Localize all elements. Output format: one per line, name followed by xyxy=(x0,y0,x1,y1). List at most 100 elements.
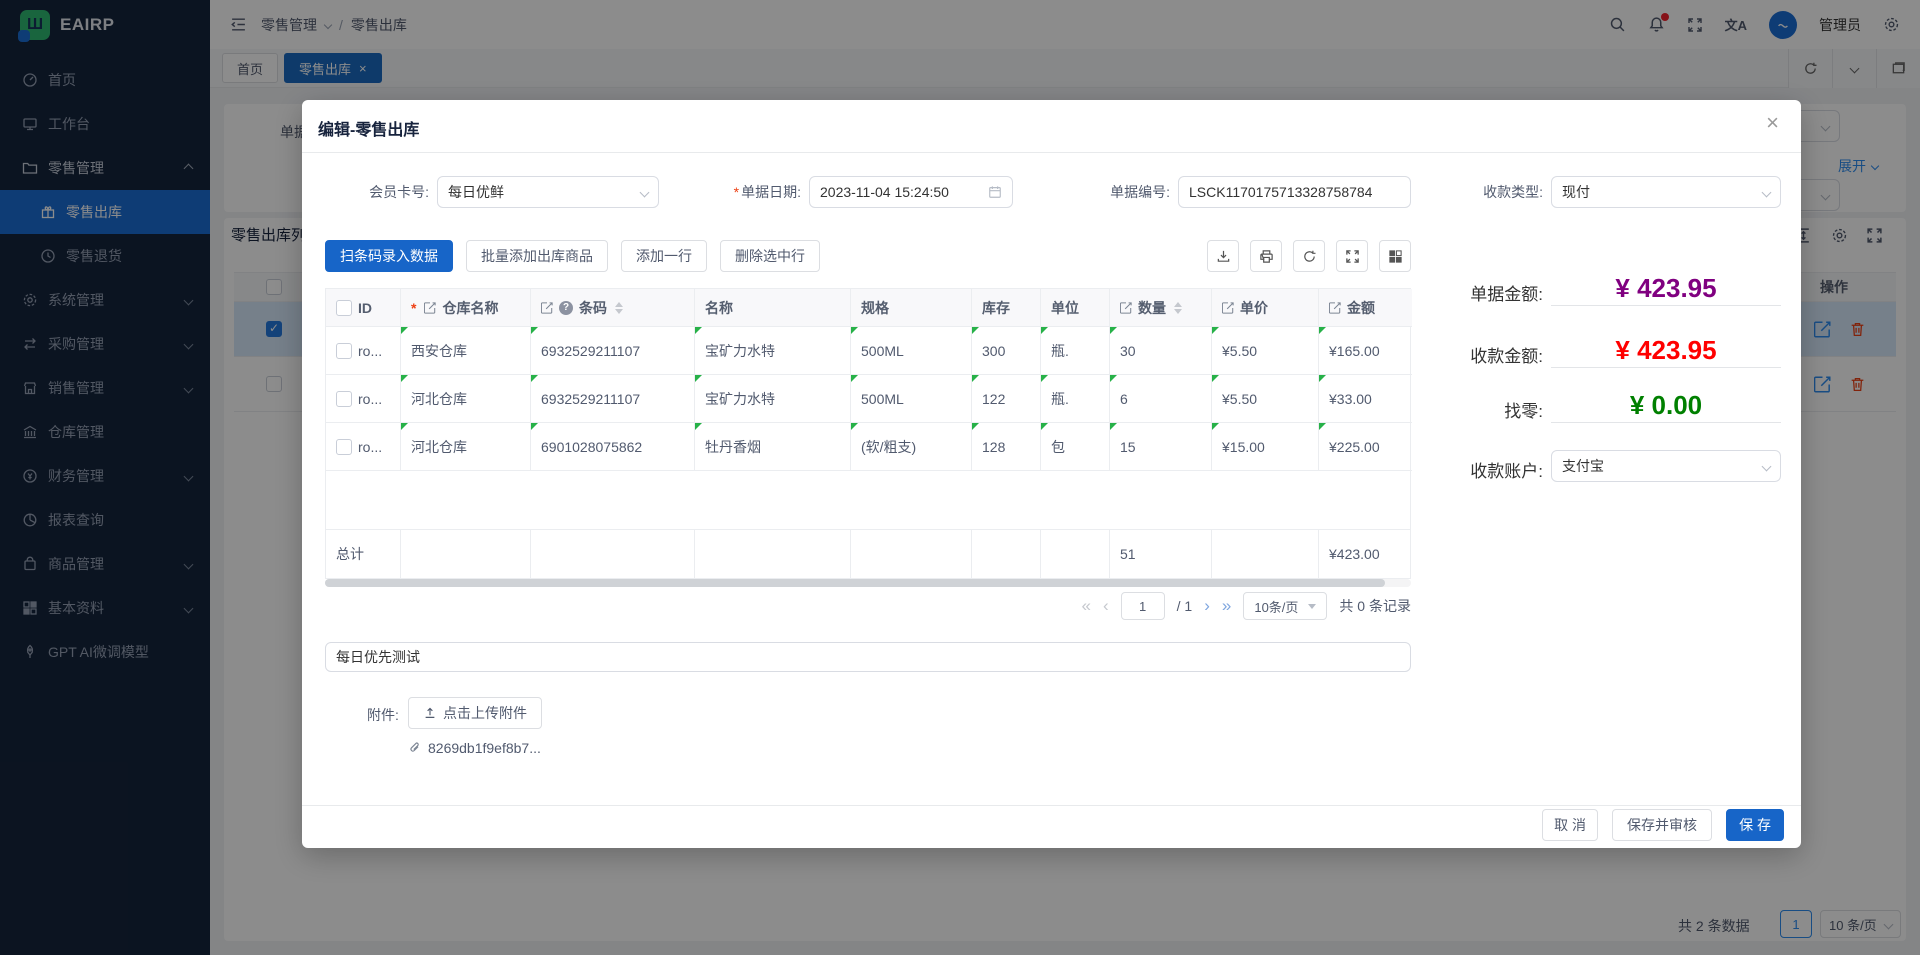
cell-value: 西安仓库 xyxy=(411,341,467,361)
cell-qty[interactable]: 30 xyxy=(1110,327,1212,375)
upload-icon xyxy=(423,706,437,720)
header-barcode[interactable]: ? 条码 xyxy=(531,289,695,327)
cell-value: ro... xyxy=(358,343,382,359)
header-warehouse[interactable]: *仓库名称 xyxy=(401,289,531,327)
empty-cell xyxy=(401,530,531,578)
page-input[interactable] xyxy=(1121,592,1165,620)
cell-barcode[interactable]: 6901028075862 xyxy=(531,423,695,471)
member-card-value: 每日优鲜 xyxy=(448,182,504,202)
cell-qty[interactable]: 6 xyxy=(1110,375,1212,423)
cell-barcode[interactable]: 6932529211107 xyxy=(531,327,695,375)
select-all-checkbox[interactable] xyxy=(336,300,352,316)
upload-attachment-button[interactable]: 点击上传附件 xyxy=(408,697,542,729)
cell-unit: 瓶. xyxy=(1041,327,1110,375)
cell-stock: 300 xyxy=(972,327,1041,375)
add-row-button[interactable]: 添加一行 xyxy=(621,240,707,272)
attachment-file-link[interactable]: 8269db1f9ef8b7... xyxy=(408,740,541,756)
cell-value: 6932529211107 xyxy=(541,343,640,359)
records-total-label: 共 0 条记录 xyxy=(1339,596,1411,616)
cell-price[interactable]: ¥15.00 xyxy=(1212,423,1319,471)
download-icon[interactable] xyxy=(1207,240,1239,272)
refresh-icon[interactable] xyxy=(1293,240,1325,272)
bill-date-value: 2023-11-04 15:24:50 xyxy=(820,184,949,200)
edit-cell-icon xyxy=(1222,302,1234,314)
row-checkbox[interactable] xyxy=(336,439,352,455)
first-page-button[interactable]: « xyxy=(1081,596,1090,616)
cell-value: 河北仓库 xyxy=(411,389,467,409)
cell-amount[interactable]: ¥33.00 xyxy=(1319,375,1412,423)
cell-amount[interactable]: ¥225.00 xyxy=(1319,423,1412,471)
header-unit: 单位 xyxy=(1041,289,1110,327)
column-config-icon[interactable] xyxy=(1379,240,1411,272)
print-icon[interactable] xyxy=(1250,240,1282,272)
delete-selected-rows-button[interactable]: 删除选中行 xyxy=(720,240,820,272)
attachment-label: 附件: xyxy=(367,705,399,725)
cell-price[interactable]: ¥5.50 xyxy=(1212,375,1319,423)
payment-type-select[interactable]: 现付 xyxy=(1551,176,1781,208)
empty-cell xyxy=(851,530,972,578)
scrollbar-thumb[interactable] xyxy=(325,579,1385,587)
member-card-select[interactable]: 每日优鲜 xyxy=(437,176,659,208)
bill-date-label: *单据日期: xyxy=(702,182,801,202)
empty-cell xyxy=(695,530,851,578)
bill-number-input[interactable] xyxy=(1178,176,1411,208)
remark-input[interactable] xyxy=(325,642,1411,672)
cell-id: ro... xyxy=(326,327,401,375)
cell-warehouse[interactable]: 西安仓库 xyxy=(401,327,531,375)
items-table: ID *仓库名称 ?条码 名称 规格 库存 单位 数量 单价 金额 ro... … xyxy=(325,288,1411,579)
cell-warehouse[interactable]: 河北仓库 xyxy=(401,423,531,471)
edit-cell-icon xyxy=(1120,302,1132,314)
row-checkbox[interactable] xyxy=(336,391,352,407)
cell-value: 总计 xyxy=(336,544,364,564)
save-and-audit-button[interactable]: 保存并审核 xyxy=(1612,809,1712,841)
cell-value: ro... xyxy=(358,439,382,455)
col-label: 条码 xyxy=(579,298,607,318)
cell-unit: 瓶. xyxy=(1041,375,1110,423)
close-icon[interactable]: × xyxy=(1766,112,1779,134)
cell-barcode[interactable]: 6932529211107 xyxy=(531,375,695,423)
page-size-select[interactable]: 10条/页 xyxy=(1243,592,1327,620)
cell-value: 包 xyxy=(1051,437,1065,457)
cancel-button[interactable]: 取 消 xyxy=(1542,809,1598,841)
question-icon: ? xyxy=(559,301,573,315)
last-page-button[interactable]: » xyxy=(1222,596,1231,616)
cell-value: 122 xyxy=(982,391,1005,407)
cell-value: ¥225.00 xyxy=(1329,439,1380,455)
batch-add-button[interactable]: 批量添加出库商品 xyxy=(466,240,608,272)
modal-footer: 取 消 保存并审核 保 存 xyxy=(302,805,1801,848)
cell-amount[interactable]: ¥165.00 xyxy=(1319,327,1412,375)
cell-value: 6 xyxy=(1120,391,1128,407)
member-card-field: 会员卡号: 每日优鲜 xyxy=(318,176,659,208)
cell-warehouse[interactable]: 河北仓库 xyxy=(401,375,531,423)
row-checkbox[interactable] xyxy=(336,343,352,359)
bill-amount-value: ¥ 423.95 xyxy=(1551,272,1781,306)
header-price[interactable]: 单价 xyxy=(1212,289,1319,327)
sort-icon[interactable] xyxy=(615,302,623,314)
col-label: 数量 xyxy=(1138,298,1166,318)
header-name: 名称 xyxy=(695,289,851,327)
chevron-down-icon xyxy=(1762,187,1772,197)
cell-spec: 500ML xyxy=(851,327,972,375)
header-id: ID xyxy=(326,289,401,327)
cell-qty[interactable]: 15 xyxy=(1110,423,1212,471)
total-label-cell: 总计 xyxy=(326,530,401,578)
cell-value: 6901028075862 xyxy=(541,439,642,455)
cell-value: 牡丹香烟 xyxy=(705,437,761,457)
cell-value: 宝矿力水特 xyxy=(705,389,775,409)
sort-icon[interactable] xyxy=(1174,302,1182,314)
payment-account-select[interactable]: 支付宝 xyxy=(1551,450,1781,482)
cell-value: 河北仓库 xyxy=(411,437,467,457)
next-page-button[interactable]: › xyxy=(1204,596,1210,616)
bill-date-input[interactable]: 2023-11-04 15:24:50 xyxy=(809,176,1013,208)
cell-price[interactable]: ¥5.50 xyxy=(1212,327,1319,375)
header-qty[interactable]: 数量 xyxy=(1110,289,1212,327)
modal-toolbar: 扫条码录入数据 批量添加出库商品 添加一行 删除选中行 xyxy=(325,240,1411,272)
fullscreen-table-icon[interactable] xyxy=(1336,240,1368,272)
modal-title: 编辑-零售出库 xyxy=(318,116,419,140)
prev-page-button[interactable]: ‹ xyxy=(1103,596,1109,616)
save-button[interactable]: 保 存 xyxy=(1726,809,1784,841)
horizontal-scrollbar[interactable] xyxy=(325,579,1411,587)
header-amount[interactable]: 金额 xyxy=(1319,289,1412,327)
scan-barcode-button[interactable]: 扫条码录入数据 xyxy=(325,240,453,272)
cell-id: ro... xyxy=(326,375,401,423)
